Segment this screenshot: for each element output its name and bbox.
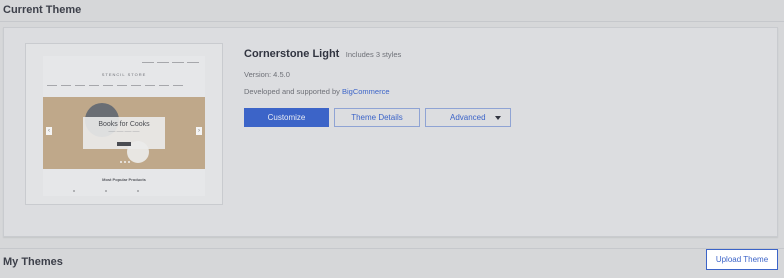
theme-details-button[interactable]: Theme Details: [334, 108, 420, 127]
theme-version: Version: 4.5.0: [244, 70, 290, 79]
theme-preview-thumbnail: STENCIL STORE ‹ › Books for Cooks —— —— …: [25, 43, 223, 205]
advanced-button-label: Advanced: [450, 113, 486, 122]
preview-hero-title: Books for Cooks: [98, 121, 150, 128]
developer-prefix: Developed and supported by: [244, 87, 340, 96]
preview-products: [73, 190, 139, 192]
preview-hero-card: Books for Cooks —— —— —— ——: [83, 117, 165, 149]
current-theme-card: STENCIL STORE ‹ › Books for Cooks —— —— …: [3, 27, 778, 237]
developer-link[interactable]: BigCommerce: [342, 87, 390, 96]
customize-button[interactable]: Customize: [244, 108, 329, 127]
theme-details-button-label: Theme Details: [351, 113, 403, 122]
preview-hero-subtitle: —— —— —— ——: [108, 129, 140, 133]
chevron-right-icon: ›: [196, 127, 202, 135]
theme-info: Cornerstone Light Includes 3 styles Vers…: [244, 44, 401, 96]
current-theme-heading: Current Theme: [3, 4, 82, 16]
theme-name: Cornerstone Light: [244, 48, 340, 60]
preview-top-links: [142, 62, 199, 63]
preview-menu: [47, 85, 183, 86]
preview-hero-banner: ‹ › Books for Cooks —— —— —— ——: [43, 97, 205, 169]
chevron-left-icon: ‹: [46, 127, 52, 135]
theme-title-row: Cornerstone Light Includes 3 styles: [244, 44, 401, 62]
upload-theme-button[interactable]: Upload Theme: [706, 249, 778, 270]
preview-page: STENCIL STORE ‹ › Books for Cooks —— —— …: [43, 56, 205, 196]
upload-theme-button-label: Upload Theme: [715, 255, 769, 264]
customize-button-label: Customize: [267, 113, 306, 122]
preview-carousel-dots: [120, 161, 130, 163]
preview-hero-button: [117, 142, 131, 146]
theme-styles-note: Includes 3 styles: [345, 50, 402, 59]
divider: [0, 21, 784, 22]
divider: [0, 248, 784, 249]
my-themes-heading: My Themes: [3, 256, 63, 268]
advanced-dropdown-button[interactable]: Advanced: [425, 108, 511, 127]
preview-section-heading: Most Popular Products: [102, 177, 146, 182]
caret-down-icon: [495, 116, 501, 120]
theme-developer: Developed and supported by BigCommerce: [244, 87, 401, 96]
preview-store-name: STENCIL STORE: [101, 72, 147, 77]
